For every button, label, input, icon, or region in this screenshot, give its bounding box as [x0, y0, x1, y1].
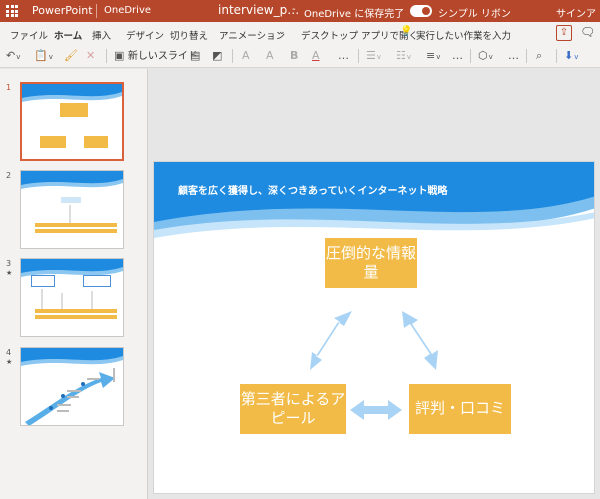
- slide-thumbnail-3[interactable]: [20, 258, 124, 337]
- numbering-icon[interactable]: ☷v: [396, 48, 411, 64]
- app-name[interactable]: PowerPoint: [32, 4, 93, 17]
- font-color-button[interactable]: A: [312, 48, 320, 64]
- thumbnail-number: 1: [6, 83, 12, 92]
- thumbnail-number: 4: [6, 348, 12, 357]
- divider: [526, 49, 527, 63]
- bulb-icon: 💡: [400, 26, 413, 37]
- bullets-icon[interactable]: ☰v: [366, 48, 381, 64]
- divider: [106, 49, 107, 63]
- tab-transitions[interactable]: 切り替え: [170, 28, 208, 42]
- divider: [556, 49, 557, 63]
- simple-ribbon-label: シンプル リボン: [438, 9, 511, 20]
- shape-fill-icon[interactable]: ◩: [212, 48, 222, 64]
- search-icon[interactable]: ⌕: [536, 48, 542, 64]
- service-link[interactable]: OneDrive: [104, 5, 151, 16]
- tab-design[interactable]: デザイン: [126, 28, 164, 42]
- tab-home[interactable]: ホーム: [54, 28, 83, 47]
- document-name[interactable]: interview_p…: [218, 3, 299, 17]
- slide-thumbnail-4[interactable]: [20, 347, 124, 426]
- wave-graphic: [21, 171, 123, 189]
- new-slide-label: 新しいスライド: [127, 51, 198, 62]
- animation-star-icon: ★: [6, 358, 13, 366]
- tell-me-search[interactable]: 実行したい作業を入力: [416, 28, 511, 42]
- chevron-down-icon[interactable]: ⌄: [278, 27, 286, 37]
- divider: [96, 4, 97, 18]
- title-bar: PowerPoint OneDrive interview_p… - OneDr…: [0, 0, 600, 35]
- waffle-icon[interactable]: [6, 5, 18, 17]
- slide-thumbnail-1[interactable]: [20, 82, 124, 161]
- animation-star-icon: ★: [6, 269, 13, 277]
- clipboard-icon[interactable]: 📋v: [34, 48, 53, 64]
- thumbnail-number: 2: [6, 171, 12, 180]
- slide-thumbnails-pane: 1 2 3 ★ 4 ★: [0, 69, 148, 499]
- arrange-icon[interactable]: ⬇v: [564, 48, 578, 64]
- title-separator: -: [292, 4, 296, 15]
- tab-insert[interactable]: 挿入: [92, 28, 111, 42]
- more-paragraph-button[interactable]: …: [452, 48, 463, 64]
- more-font-button[interactable]: …: [338, 48, 349, 64]
- undo-icon[interactable]: ↶v: [6, 48, 20, 64]
- font-shrink-button[interactable]: A: [266, 48, 274, 64]
- comment-icon[interactable]: 🗨: [580, 25, 595, 39]
- thumbnail-number: 3: [6, 259, 12, 268]
- ribbon-toolbar: ↶v 📋v 🖌 ✕ ▣ 新しいスライド ▤ ◩ A A B A … ☰v ☷v …: [0, 44, 600, 68]
- layout-icon[interactable]: ▤: [190, 48, 200, 64]
- format-painter-icon[interactable]: 🖌: [64, 48, 78, 64]
- node-third-party-appeal[interactable]: 第三者によるアピール: [240, 384, 346, 434]
- new-slide-icon: ▣: [114, 49, 125, 62]
- node-information-volume[interactable]: 圧倒的な情報量: [325, 238, 417, 288]
- clear-icon[interactable]: ✕: [86, 48, 95, 64]
- align-icon[interactable]: ≡v: [426, 48, 440, 64]
- tab-file[interactable]: ファイル: [10, 28, 48, 42]
- save-status: OneDrive に保存完了: [304, 9, 405, 20]
- shapes-icon[interactable]: ⬡v: [478, 48, 493, 64]
- font-grow-button[interactable]: A: [242, 48, 250, 64]
- slide-thumbnail-2[interactable]: [20, 170, 124, 249]
- double-arrows: [310, 311, 438, 420]
- node-reputation-reviews[interactable]: 評判・口コミ: [409, 384, 511, 434]
- more-drawing-button[interactable]: …: [508, 48, 519, 64]
- ribbon-tabs: ファイル ホーム 挿入 デザイン 切り替え アニメーション ⌄ デスクトップ ア…: [0, 22, 600, 47]
- current-slide[interactable]: 顧客を広く獲得し、深くつきあっていくインターネット戦略 圧倒的な情報量 第三者に…: [153, 161, 595, 494]
- new-slide-button[interactable]: ▣ 新しいスライド: [114, 48, 198, 64]
- divider: [358, 49, 359, 63]
- bold-button[interactable]: B: [290, 48, 298, 64]
- growth-arrow-graphic: [25, 368, 115, 425]
- share-icon[interactable]: ⇪: [556, 25, 572, 41]
- divider: [232, 49, 233, 63]
- tab-animations[interactable]: アニメーション: [219, 28, 285, 42]
- divider: [470, 49, 471, 63]
- slide-editor: 顧客を広く獲得し、深くつきあっていくインターネット戦略 圧倒的な情報量 第三者に…: [149, 69, 600, 499]
- simple-ribbon-toggle[interactable]: [410, 5, 432, 17]
